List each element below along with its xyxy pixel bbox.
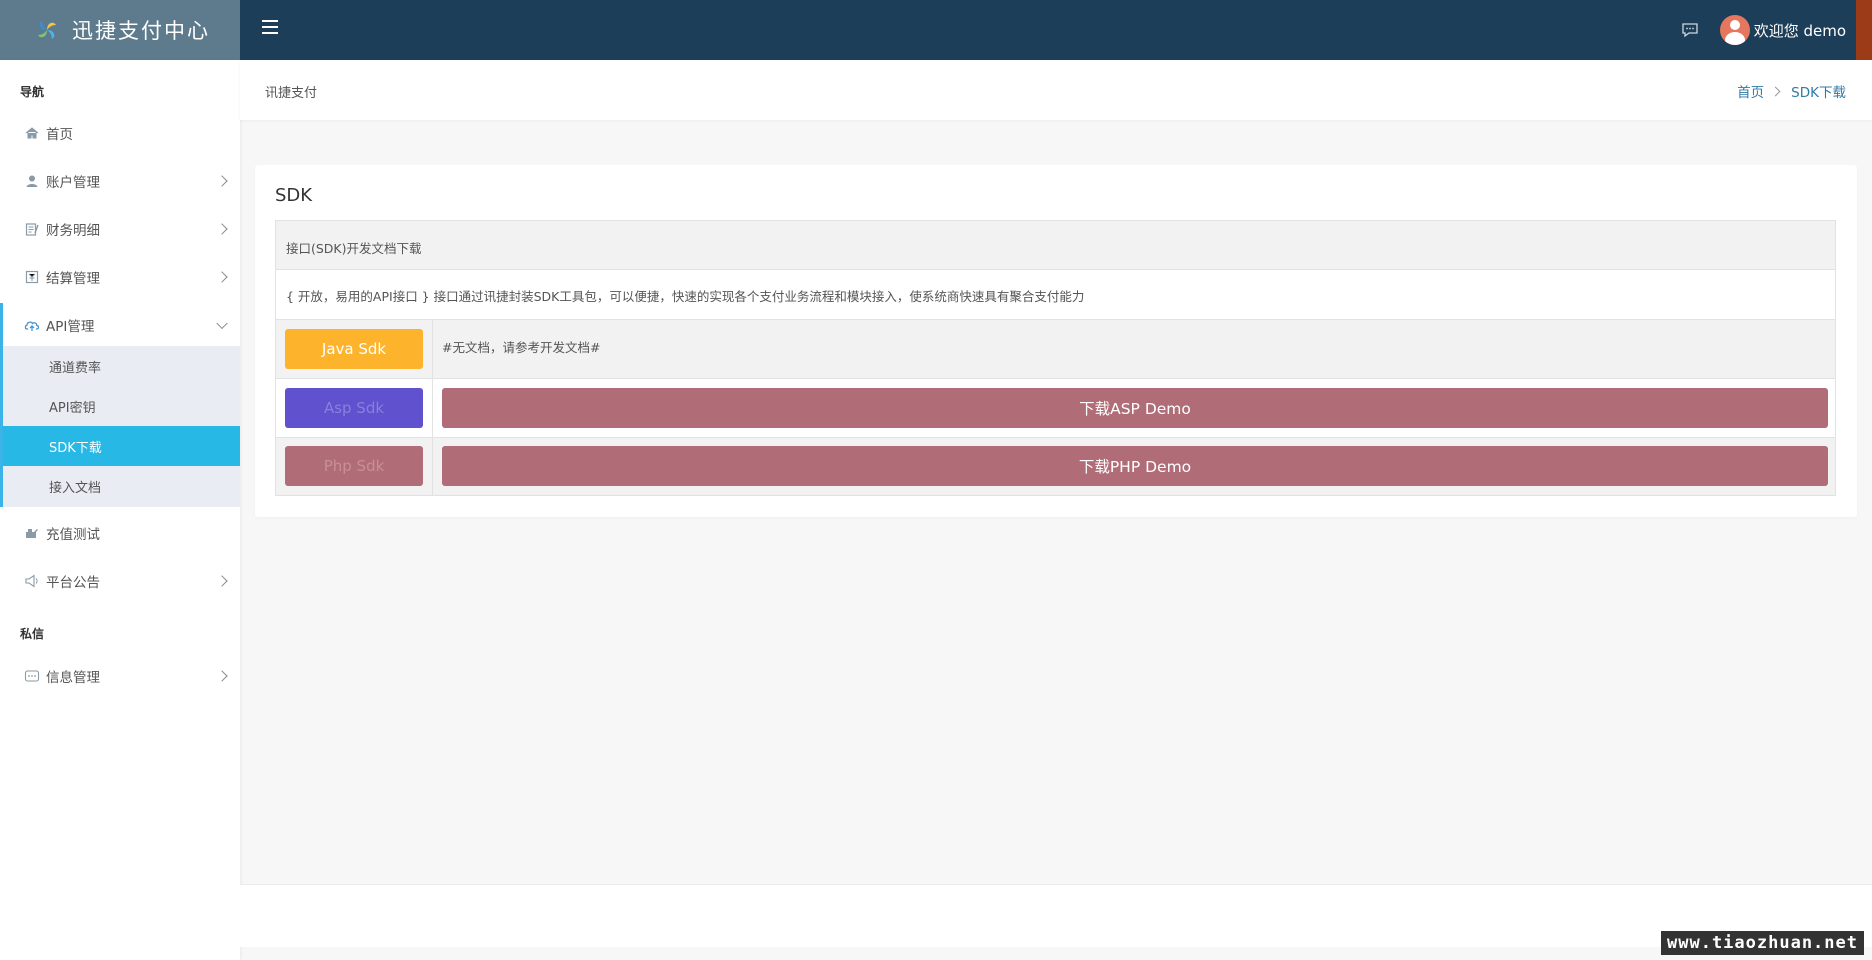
php-sdk-button[interactable]: Php Sdk <box>285 446 423 486</box>
settle-icon <box>24 269 40 285</box>
submenu-label: 接入文档 <box>49 480 102 496</box>
sidebar-item-label: 平台公告 <box>46 575 100 591</box>
submenu-item-sdk-download[interactable]: SDK下载 <box>3 426 240 466</box>
page-title: 讯捷支付 <box>265 86 318 101</box>
column-divider <box>432 438 433 495</box>
chevron-right-icon <box>216 575 228 587</box>
sidebar-item-label: 财务明细 <box>46 223 100 239</box>
brand-name: 迅捷支付中心 <box>72 19 210 43</box>
chevron-right-icon <box>1770 86 1781 96</box>
avatar[interactable] <box>1719 15 1750 45</box>
top-bar: 迅捷支付中心 欢迎您 demo <box>0 0 1872 60</box>
sidebar-item-home[interactable]: 首页 <box>0 111 240 155</box>
speaker-icon <box>24 573 40 589</box>
column-divider <box>432 320 433 378</box>
table-row: { 开放，易用的API接口 } 接口通过讯捷封装SDK工具包，可以便捷，快速的实… <box>275 270 1836 320</box>
sdk-card: SDK 接口(SDK)开发文档下载 { 开放，易用的API接口 } 接口通过讯捷… <box>255 165 1857 517</box>
sidebar-item-api[interactable]: API管理 <box>0 303 240 347</box>
sidebar-item-label: 账户管理 <box>46 175 100 191</box>
api-submenu: 通道费率 API密钥 SDK下载 接入文档 <box>0 346 240 507</box>
breadcrumb-bar: 讯捷支付 首页 SDK下载 <box>240 60 1872 120</box>
ledger-icon <box>24 221 40 237</box>
sidebar-item-label: 首页 <box>46 127 73 143</box>
table-row: Php Sdk 下载PHP Demo <box>275 438 1836 496</box>
cloud-icon <box>24 317 40 333</box>
download-php-demo-button[interactable]: 下载PHP Demo <box>442 446 1828 486</box>
watermark: www.tiaozhuan.net <box>1661 931 1864 955</box>
section-title-msg: 私信 <box>20 627 45 641</box>
breadcrumb-home-link[interactable]: 首页 <box>1737 81 1764 101</box>
footer <box>240 884 1872 947</box>
sidebar-item-label: API管理 <box>46 319 95 335</box>
home-icon <box>24 125 40 141</box>
sidebar-item-label: 结算管理 <box>46 271 100 287</box>
brand[interactable]: 迅捷支付中心 <box>0 0 240 60</box>
sidebar-item-label: 充值测试 <box>46 527 100 543</box>
submenu-label: API密钥 <box>49 400 96 416</box>
user-area: 欢迎您 demo <box>1680 0 1846 60</box>
java-sdk-button[interactable]: Java Sdk <box>285 329 423 369</box>
edge-strip <box>1856 0 1872 60</box>
sidebar-item-account[interactable]: 账户管理 <box>0 159 240 203</box>
table-header-text: 接口(SDK)开发文档下载 <box>286 241 422 256</box>
user-icon <box>24 173 40 189</box>
no-doc-text: #无文档，请参考开发文档# <box>442 340 601 355</box>
sidebar-item-recharge-test[interactable]: 充值测试 <box>0 511 240 555</box>
chevron-right-icon <box>216 223 228 235</box>
column-divider <box>432 379 433 437</box>
sidebar-item-settlement[interactable]: 结算管理 <box>0 255 240 299</box>
sidebar: 导航 首页 账户管理 财务明细 结算管理 API管理 通道费率 API密钥 SD… <box>0 60 240 960</box>
message-icon <box>24 668 40 684</box>
chevron-down-icon <box>216 317 228 330</box>
table-row: Asp Sdk 下载ASP Demo <box>275 379 1836 438</box>
welcome-text[interactable]: 欢迎您 demo <box>1754 20 1846 41</box>
chevron-right-icon <box>216 175 228 187</box>
submenu-item-docs[interactable]: 接入文档 <box>3 466 240 506</box>
table-row: Java Sdk #无文档，请参考开发文档# <box>275 320 1836 379</box>
breadcrumb-current: SDK下载 <box>1791 85 1846 101</box>
recharge-icon <box>24 525 40 541</box>
sidebar-item-label: 信息管理 <box>46 670 100 686</box>
sidebar-item-announcement[interactable]: 平台公告 <box>0 559 240 603</box>
table-desc-text: { 开放，易用的API接口 } 接口通过讯捷封装SDK工具包，可以便捷，快速的实… <box>286 289 1085 304</box>
table-row: 接口(SDK)开发文档下载 <box>275 220 1836 270</box>
hamburger-icon[interactable] <box>262 20 278 34</box>
chat-icon[interactable] <box>1680 20 1700 40</box>
pinwheel-icon <box>38 21 56 39</box>
submenu-item-api-key[interactable]: API密钥 <box>3 386 240 426</box>
breadcrumb: 首页 SDK下载 <box>1737 81 1846 101</box>
submenu-label: 通道费率 <box>49 360 102 376</box>
submenu-item-channel-rate[interactable]: 通道费率 <box>3 346 240 386</box>
download-asp-demo-button[interactable]: 下载ASP Demo <box>442 388 1828 428</box>
section-title-nav: 导航 <box>20 85 45 99</box>
sidebar-item-finance[interactable]: 财务明细 <box>0 207 240 251</box>
chevron-right-icon <box>216 670 228 682</box>
card-title: SDK <box>275 185 313 206</box>
asp-sdk-button[interactable]: Asp Sdk <box>285 388 423 428</box>
sidebar-item-messages[interactable]: 信息管理 <box>0 654 240 698</box>
submenu-label: SDK下载 <box>49 440 102 456</box>
chevron-right-icon <box>216 271 228 283</box>
